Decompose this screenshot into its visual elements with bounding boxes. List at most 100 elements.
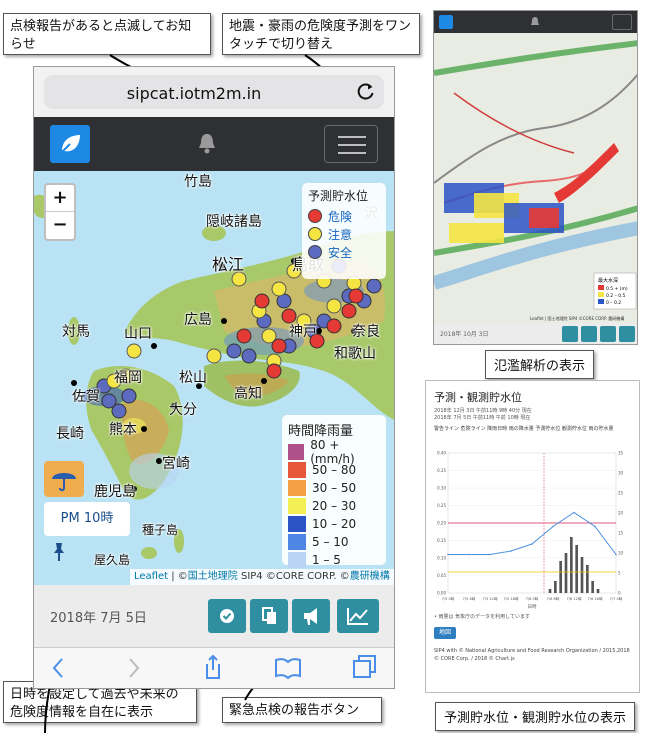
legend-row: 危険 — [308, 207, 380, 225]
time-selector[interactable]: PM 10時 — [44, 502, 130, 536]
flood-analysis-screen: 最大水深 0.5 + (m) 0.2 – 0.5 0 – 0.2 Leaflet… — [433, 10, 638, 345]
flood-button[interactable] — [562, 326, 578, 342]
rain-swatch — [288, 462, 306, 478]
series-point — [531, 543, 533, 545]
y-tick-label: 0.25 — [437, 503, 446, 508]
map-button[interactable]: 地図 — [434, 627, 456, 639]
map-attribution: Leaflet | ©国土地理院 SIP4 ©CORE CORP. ©農研機構 — [130, 569, 394, 585]
zoom-control: + − — [44, 183, 76, 241]
water-sub2: 2018年 7月 5日 午前11時 午前 10時 現在 — [434, 415, 531, 421]
flood-legend-label: 0.2 – 0.5 — [606, 293, 626, 299]
x-tick-label: 7/5 18時 — [503, 596, 518, 601]
chart-button[interactable] — [337, 599, 379, 633]
y2-tick-label: 30 — [618, 471, 624, 476]
place-label: 広島 — [184, 312, 212, 328]
forward-icon[interactable] — [124, 656, 144, 680]
browser-url-bar: sipcat.iotm2m.in — [34, 67, 394, 117]
flood-map[interactable]: 最大水深 0.5 + (m) 0.2 – 0.5 0 – 0.2 Leaflet… — [434, 33, 638, 323]
pin-icon[interactable] — [52, 543, 66, 561]
y-tick-label: 0.20 — [437, 521, 446, 526]
umbrella-icon — [52, 473, 76, 492]
rain-row: 30 – 50 — [288, 479, 380, 497]
place-label: 熊本 — [109, 422, 137, 438]
water-note: • 雨量は 気象庁のデータを利用しています — [434, 614, 530, 620]
back-icon[interactable] — [48, 656, 68, 680]
rain-bar — [575, 545, 578, 593]
flood-legend-title: 最大水深 — [598, 277, 618, 284]
rain-label: 1 – 5 — [312, 553, 341, 567]
flood-button[interactable] — [600, 326, 616, 342]
emergency-report-button[interactable] — [292, 599, 330, 633]
y-tick-label: 0.05 — [437, 573, 446, 578]
rain-bar — [564, 553, 568, 593]
attr-mid: SIP4 ©CORE CORP. © — [237, 571, 350, 582]
menu-hamburger-button[interactable] — [324, 125, 378, 163]
rain-row: 1 – 5 — [288, 551, 380, 569]
legend-label: 安全 — [328, 245, 353, 260]
place-label: 松江 — [212, 255, 245, 274]
y-tick-label: 0.10 — [437, 556, 446, 561]
place-label: 福岡 — [114, 370, 142, 386]
rain-swatch — [288, 480, 306, 496]
gsi-link[interactable]: 国土地理院 — [188, 571, 238, 582]
x-tick-label: 7/5 0時 — [442, 596, 455, 601]
legend-swatch-danger — [308, 209, 322, 223]
y-tick-label: 0.00 — [437, 591, 446, 596]
copy-button[interactable] — [250, 599, 288, 633]
line-chart-icon — [347, 608, 368, 625]
place-label: 神戸 — [289, 324, 317, 340]
reload-icon[interactable] — [356, 81, 376, 101]
app-navbar — [34, 117, 394, 171]
place-label: 松山 — [179, 370, 207, 386]
hazard-toggle-button[interactable] — [44, 461, 84, 497]
check-button[interactable] — [208, 599, 246, 633]
naro-link[interactable]: 農研機構 — [350, 571, 390, 582]
phone-screen: sipcat.iotm2m.in + − 竹島 隠岐諸島 松江 対馬 山口 広島… — [33, 66, 395, 689]
brand-leaf-button[interactable] — [50, 125, 90, 163]
leaf-icon — [59, 135, 80, 155]
series-point — [510, 550, 512, 552]
flood-button[interactable] — [581, 326, 597, 342]
caption-flood: 氾濫解析の表示 — [485, 350, 595, 379]
x-tick-label: 7/5 6時 — [463, 596, 476, 601]
water-title: 予測・観測貯水位 — [434, 391, 522, 404]
place-label: 和歌山 — [334, 346, 376, 362]
url-field[interactable]: sipcat.iotm2m.in — [44, 75, 384, 109]
callout-notification: 点検報告があると点滅してお知らせ — [3, 13, 211, 55]
bell-icon[interactable] — [197, 131, 217, 155]
storage-legend: 予測貯水位 危険 注意 安全 — [302, 183, 386, 279]
bell-icon[interactable] — [530, 16, 540, 28]
series-point — [573, 511, 575, 514]
place-label: 対馬 — [62, 324, 90, 340]
rain-row: 20 – 30 — [288, 497, 380, 515]
zoom-in-button[interactable]: + — [46, 185, 74, 212]
zoom-out-button[interactable]: − — [46, 212, 74, 239]
legend-swatch-safe — [308, 245, 322, 259]
place-label: 高知 — [234, 386, 262, 402]
place-label: 隠岐諸島 — [206, 214, 262, 230]
current-date: 2018年 7月 5日 — [50, 611, 147, 626]
bookmarks-icon[interactable] — [274, 656, 302, 680]
share-icon[interactable] — [202, 654, 224, 680]
water-level-screen: 予測・観測貯水位 2018年 12月 3日 午前11時 9時 40分 現在 20… — [425, 380, 640, 693]
water-sub1: 2018年 12月 3日 午前11時 9時 40分 現在 — [434, 408, 532, 414]
x-tick-label: 7/6 12時 — [566, 596, 581, 601]
rain-row: 10 – 20 — [288, 515, 380, 533]
flood-menu-button[interactable] — [612, 14, 632, 30]
rain-label: 30 – 50 — [312, 481, 357, 495]
place-label: 種子島 — [142, 523, 179, 537]
series-point — [552, 525, 554, 528]
leaflet-link[interactable]: Leaflet — [134, 571, 168, 582]
flood-brand-button[interactable] — [439, 15, 453, 29]
rainfall-legend: 時間降雨量 80 + (mm/h) 50 – 80 30 – 50 20 – 3… — [282, 415, 386, 568]
rain-bar — [596, 589, 600, 593]
y2-tick-label: 10 — [618, 551, 624, 556]
y2-tick-label: 0 — [618, 591, 621, 596]
rain-bar — [559, 561, 562, 593]
hazard-map[interactable]: + − 竹島 隠岐諸島 松江 鳥取 対馬 山口 広島 神戸 奈良 和歌山 松山 … — [34, 171, 394, 585]
place-label: 大分 — [169, 402, 197, 418]
tabs-icon[interactable] — [352, 654, 378, 680]
flood-attribution: Leaflet | 国土地理院 SIP4 ©CORE CORP. 農研機構 — [530, 315, 624, 321]
flood-button[interactable] — [619, 326, 635, 342]
rain-label: 5 – 10 — [312, 535, 349, 549]
